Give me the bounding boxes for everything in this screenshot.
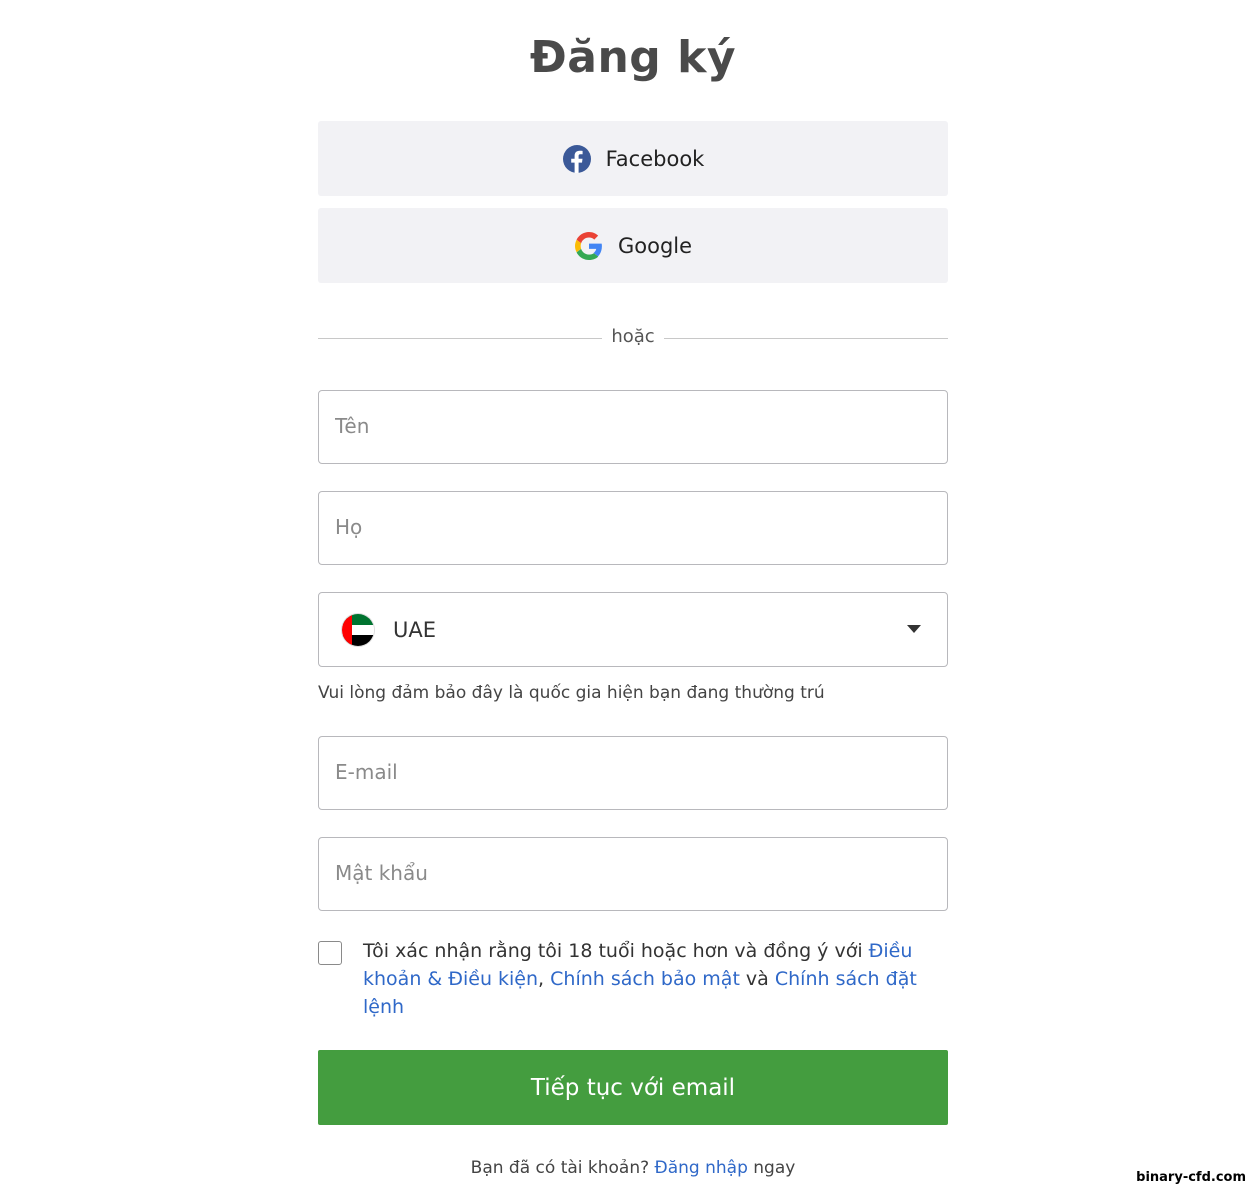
or-divider: hoặc <box>318 326 948 350</box>
consent-checkbox[interactable] <box>318 941 342 965</box>
page-title: Đăng ký <box>529 32 737 83</box>
google-label: Google <box>617 233 693 258</box>
facebook-label: Facebook <box>605 146 705 171</box>
password-field-wrapper <box>318 837 948 911</box>
login-link[interactable]: Đăng nhập <box>655 1158 748 1178</box>
privacy-policy-link[interactable]: Chính sách bảo mật <box>550 968 740 990</box>
chevron-down-icon <box>907 625 921 633</box>
last-name-field-wrapper <box>318 491 948 565</box>
login-prompt: Bạn đã có tài khoản? Đăng nhập ngay <box>318 1158 948 1178</box>
email-field-wrapper <box>318 736 948 810</box>
country-selected-value: UAE <box>393 617 437 642</box>
consent-sep-2: và <box>739 968 775 990</box>
divider-line-right <box>664 338 948 339</box>
facebook-icon <box>562 144 592 174</box>
login-prompt-after: ngay <box>747 1158 796 1178</box>
country-hint: Vui lòng đảm bảo đây là quốc gia hiện bạ… <box>318 683 825 703</box>
google-login-button[interactable]: Google <box>318 208 948 283</box>
consent-text-before: Tôi xác nhận rằng tôi 18 tuổi hoặc hơn v… <box>363 940 869 962</box>
country-select[interactable]: UAE <box>318 592 948 667</box>
first-name-input[interactable] <box>319 391 925 461</box>
divider-text: hoặc <box>611 326 655 347</box>
facebook-login-button[interactable]: Facebook <box>318 121 948 196</box>
continue-with-email-button[interactable]: Tiếp tục với email <box>318 1050 948 1125</box>
password-input[interactable] <box>319 838 925 908</box>
uae-flag-icon <box>342 613 374 646</box>
consent-text: Tôi xác nhận rằng tôi 18 tuổi hoặc hơn v… <box>363 937 943 1021</box>
login-prompt-before: Bạn đã có tài khoản? <box>470 1158 655 1178</box>
email-input[interactable] <box>319 737 925 807</box>
first-name-field-wrapper <box>318 390 948 464</box>
last-name-input[interactable] <box>319 492 925 562</box>
google-icon <box>574 231 604 261</box>
watermark: binary-cfd.com <box>1134 1169 1248 1186</box>
consent-sep-1: , <box>538 968 551 990</box>
